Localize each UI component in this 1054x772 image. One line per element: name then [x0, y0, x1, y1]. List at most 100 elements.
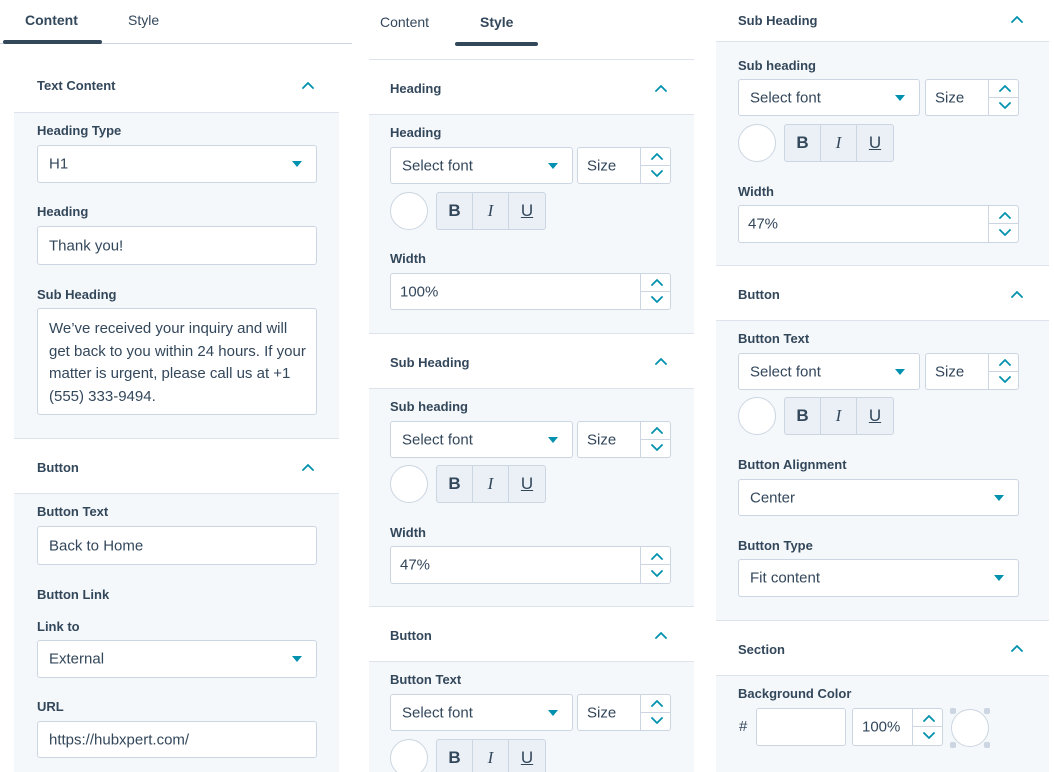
- background-color-swatch[interactable]: [950, 708, 990, 748]
- tab-bar: Content Style: [0, 0, 352, 44]
- chevron-up-icon[interactable]: [302, 463, 314, 471]
- color-picker-swatch[interactable]: [390, 465, 428, 503]
- decrement-button[interactable]: [641, 292, 670, 310]
- chevron-up-icon[interactable]: [655, 631, 667, 639]
- button-section-header[interactable]: Button: [14, 438, 339, 494]
- caret-down-icon: [994, 575, 1004, 581]
- color-picker-swatch[interactable]: [738, 124, 776, 162]
- hex-color-input[interactable]: [756, 708, 846, 746]
- heading-type-select[interactable]: H1: [37, 145, 317, 183]
- increment-button[interactable]: [641, 695, 670, 713]
- text-content-section-header[interactable]: Text Content: [14, 57, 339, 113]
- chevron-down-icon: [651, 717, 663, 725]
- content-panel: Content Style Text Content Heading Type …: [0, 0, 352, 772]
- caret-down-icon: [548, 436, 558, 443]
- button-alignment-select[interactable]: Center: [738, 479, 1019, 516]
- increment-button[interactable]: [641, 274, 670, 292]
- decrement-button[interactable]: [641, 440, 670, 458]
- increment-button[interactable]: [989, 206, 1018, 224]
- decrement-button[interactable]: [641, 713, 670, 731]
- italic-button[interactable]: I: [473, 193, 509, 229]
- button-font-label: Button Text: [738, 331, 810, 346]
- font-select[interactable]: Select font: [738, 79, 920, 116]
- chevron-up-icon[interactable]: [1011, 290, 1023, 298]
- chevron-up-icon[interactable]: [1011, 15, 1023, 23]
- button-style-section-header[interactable]: Button: [369, 606, 694, 662]
- sub-heading-textarea[interactable]: We’ve received your inquiry and will get…: [37, 308, 317, 415]
- font-size-input[interactable]: Size: [577, 421, 671, 458]
- bold-button[interactable]: B: [785, 125, 821, 161]
- increment-button[interactable]: [913, 709, 942, 727]
- url-input[interactable]: https://hubxpert.com/: [37, 721, 317, 758]
- decrement-button[interactable]: [913, 727, 942, 745]
- width-label: Width: [390, 525, 426, 540]
- button-alignment-label: Button Alignment: [738, 457, 847, 472]
- opacity-value: 100%: [862, 718, 901, 736]
- chevron-down-icon: [923, 732, 935, 740]
- bold-button[interactable]: B: [437, 740, 473, 772]
- underline-button[interactable]: U: [509, 193, 545, 229]
- tab-content[interactable]: Content: [380, 14, 429, 30]
- tab-style[interactable]: Style: [480, 14, 513, 30]
- color-picker-swatch[interactable]: [738, 397, 776, 435]
- decrement-button[interactable]: [641, 565, 670, 583]
- font-size-input[interactable]: Size: [925, 79, 1019, 116]
- chevron-up-icon[interactable]: [302, 81, 314, 89]
- decrement-button[interactable]: [989, 372, 1018, 390]
- increment-button[interactable]: [641, 422, 670, 440]
- chevron-up-icon[interactable]: [655, 357, 667, 365]
- swatch-corner: [950, 708, 956, 714]
- sub-heading-style-section-header[interactable]: Sub Heading: [369, 333, 694, 389]
- link-to-select[interactable]: External: [37, 640, 317, 678]
- font-size-input[interactable]: Size: [577, 147, 671, 184]
- button-type-select[interactable]: Fit content: [738, 559, 1019, 597]
- font-size-input[interactable]: Size: [925, 353, 1019, 390]
- font-select[interactable]: Select font: [738, 353, 920, 390]
- font-select-value: Select font: [402, 431, 473, 448]
- width-input[interactable]: 47%: [390, 546, 671, 584]
- sub-heading-font-label: Sub heading: [738, 58, 816, 73]
- sub-heading-style-section-header[interactable]: Sub Heading: [716, 0, 1049, 42]
- heading-input[interactable]: Thank you!: [37, 226, 317, 265]
- font-select[interactable]: Select font: [390, 421, 573, 458]
- font-select[interactable]: Select font: [390, 694, 573, 731]
- button-type-value: Fit content: [750, 569, 821, 587]
- width-input[interactable]: 47%: [738, 205, 1019, 243]
- color-picker-swatch[interactable]: [390, 739, 428, 772]
- underline-button[interactable]: U: [857, 125, 893, 161]
- section-style-section-header[interactable]: Section: [716, 620, 1049, 676]
- chevron-up-icon[interactable]: [655, 84, 667, 92]
- bold-button[interactable]: B: [437, 193, 473, 229]
- color-picker-swatch[interactable]: [390, 192, 428, 230]
- heading-style-section-body: Heading Select font Size B I U Width 100…: [369, 115, 694, 333]
- increment-button[interactable]: [641, 547, 670, 565]
- tab-style[interactable]: Style: [128, 12, 159, 28]
- italic-button[interactable]: I: [821, 125, 857, 161]
- font-select[interactable]: Select font: [390, 147, 573, 184]
- underline-button[interactable]: U: [857, 398, 893, 434]
- decrement-button[interactable]: [641, 166, 670, 184]
- button-text-input[interactable]: Back to Home: [37, 526, 317, 565]
- section-title: Button: [738, 287, 780, 302]
- opacity-input[interactable]: 100%: [852, 708, 943, 746]
- italic-button[interactable]: I: [473, 740, 509, 772]
- underline-button[interactable]: U: [509, 466, 545, 502]
- decrement-button[interactable]: [989, 224, 1018, 242]
- tab-content[interactable]: Content: [25, 12, 78, 28]
- caret-down-icon: [895, 94, 905, 101]
- italic-button[interactable]: I: [473, 466, 509, 502]
- font-size-input[interactable]: Size: [577, 694, 671, 731]
- bold-button[interactable]: B: [785, 398, 821, 434]
- heading-style-section-header[interactable]: Heading: [369, 59, 694, 115]
- increment-button[interactable]: [641, 148, 670, 166]
- increment-button[interactable]: [989, 80, 1018, 98]
- italic-button[interactable]: I: [821, 398, 857, 434]
- decrement-button[interactable]: [989, 98, 1018, 116]
- button-style-section-header[interactable]: Button: [716, 265, 1049, 321]
- increment-button[interactable]: [989, 354, 1018, 372]
- width-input[interactable]: 100%: [390, 273, 671, 310]
- underline-button[interactable]: U: [509, 740, 545, 772]
- chevron-up-icon[interactable]: [1011, 644, 1023, 652]
- text-content-section-body: Heading Type H1 Heading Thank you! Sub H…: [14, 113, 339, 438]
- bold-button[interactable]: B: [437, 466, 473, 502]
